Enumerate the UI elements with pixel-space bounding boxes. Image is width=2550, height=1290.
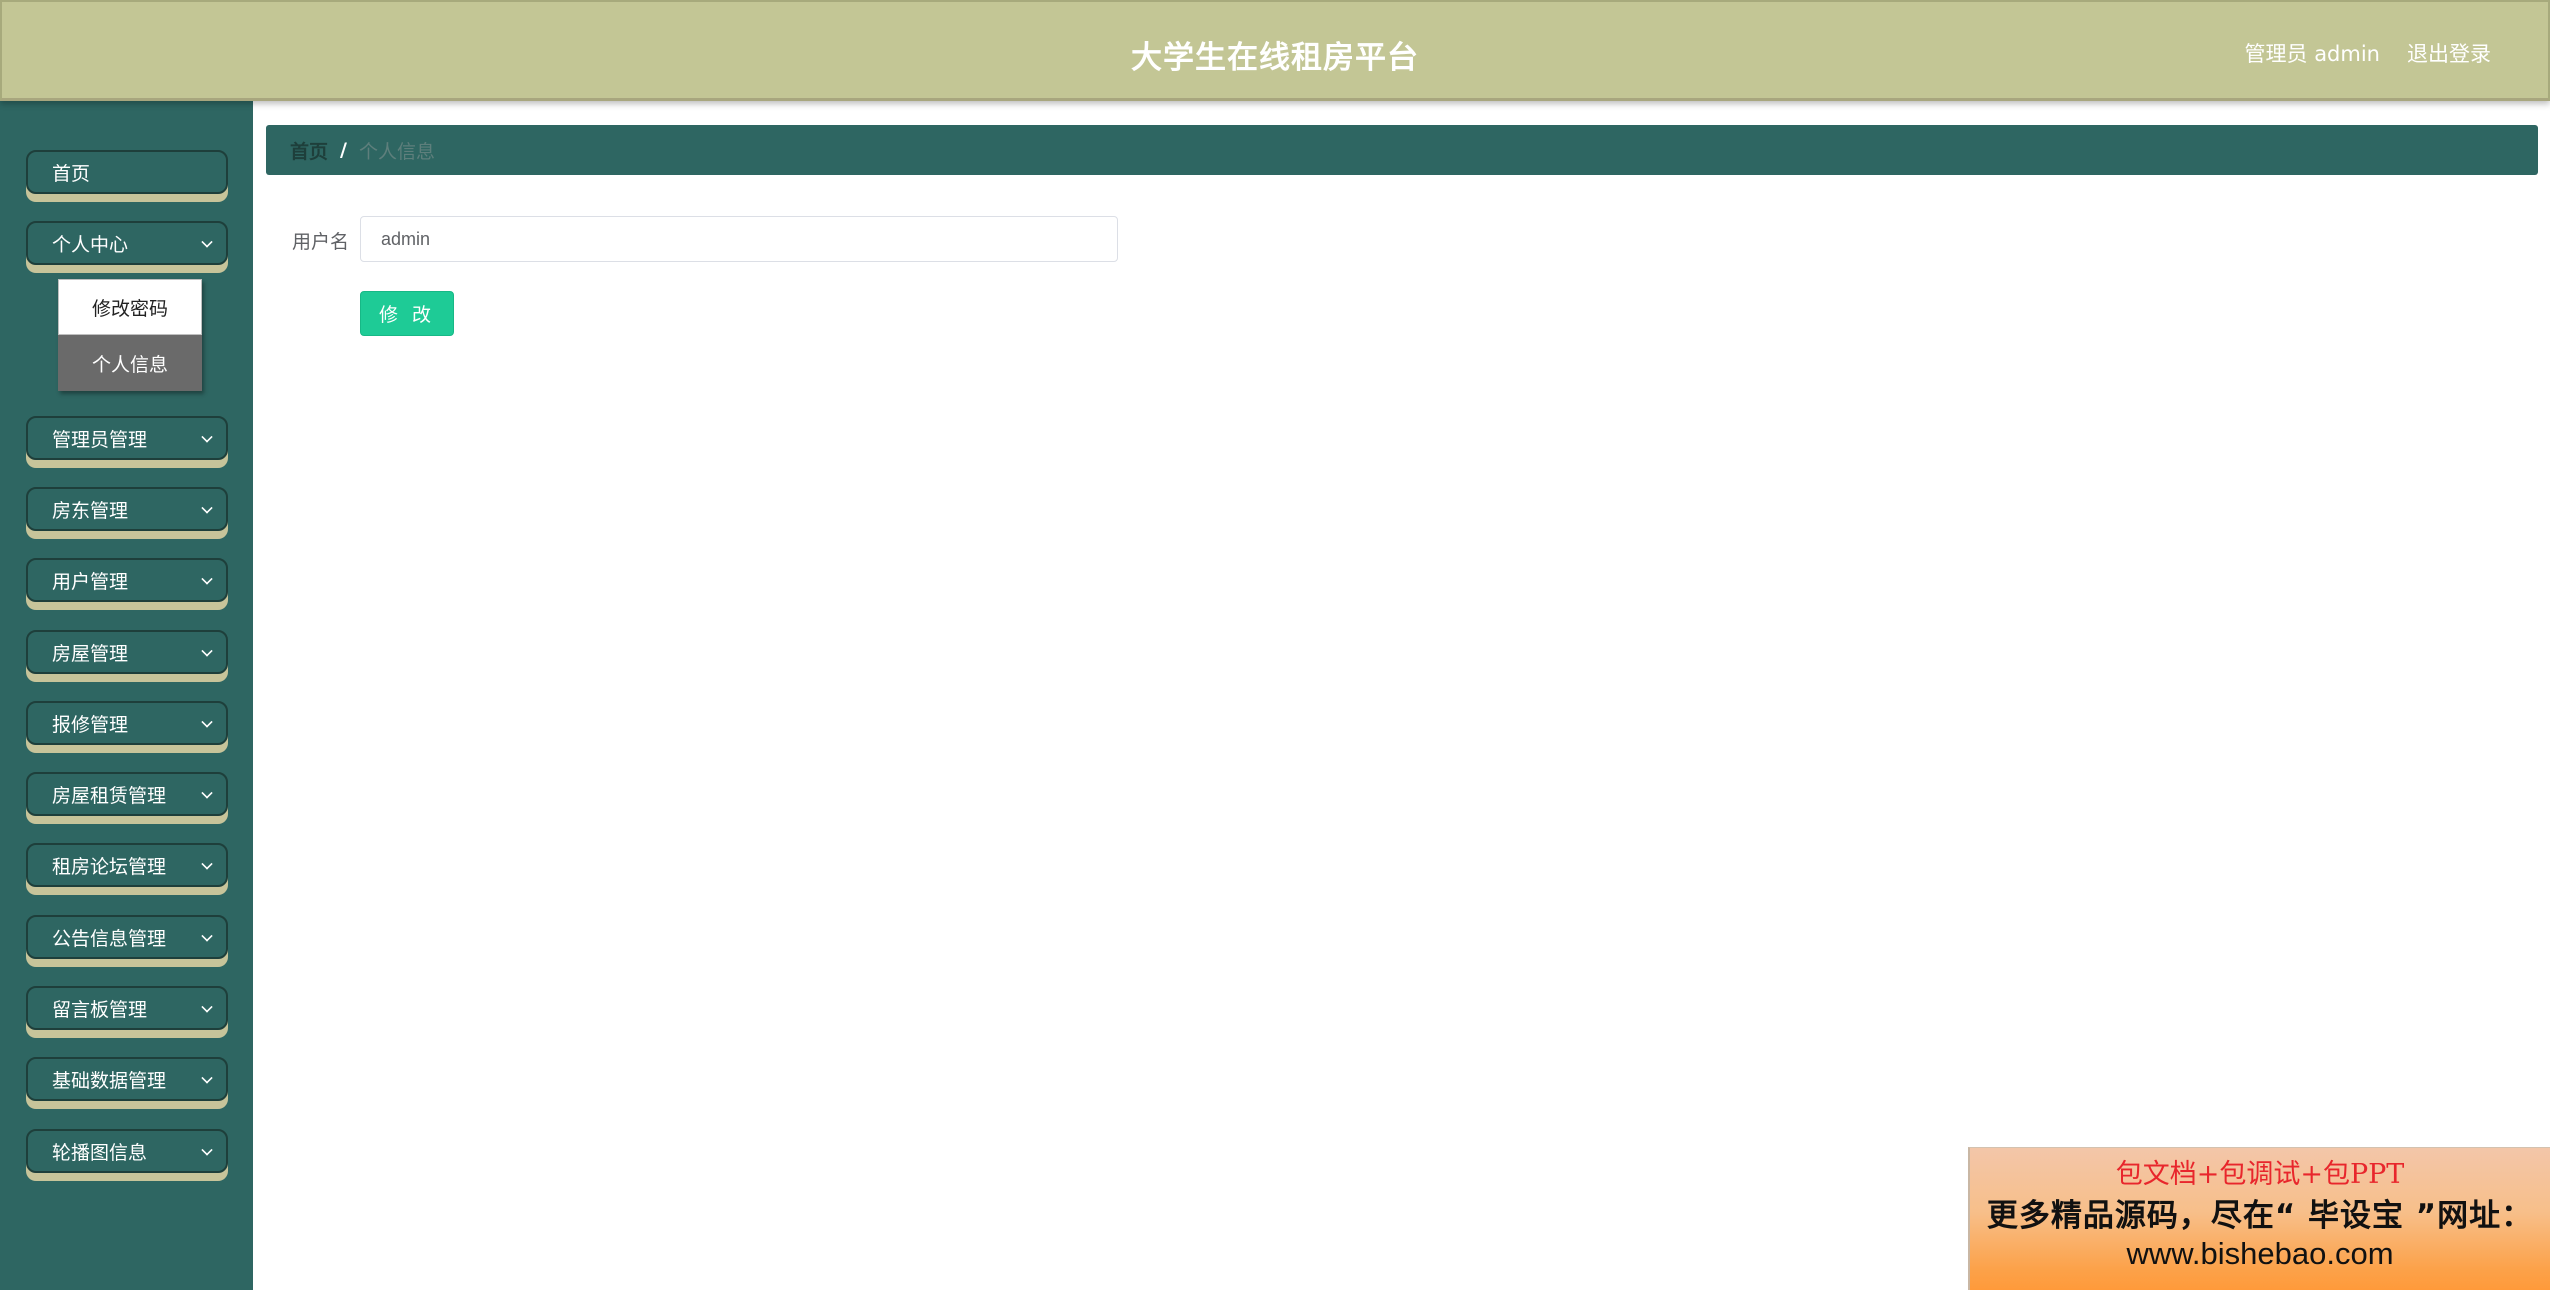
modify-button[interactable]: 修 改 (360, 291, 454, 336)
breadcrumb-current: 个人信息 (358, 140, 435, 163)
sidebar-item-label: 报修管理 (52, 713, 129, 736)
sidebar-item-message-board[interactable]: 留言板管理 (26, 986, 228, 1038)
username-input[interactable] (360, 216, 1118, 262)
chevron-down-icon (201, 1144, 213, 1156)
chevron-down-icon (201, 236, 213, 248)
sidebar-item-label: 留言板管理 (52, 998, 148, 1021)
sidebar-item-personal-center-button[interactable]: 个人中心 (26, 221, 228, 265)
submenu-item-change-password[interactable]: 修改密码 (58, 279, 202, 335)
breadcrumb-home-link[interactable]: 首页 (290, 137, 328, 164)
sidebar-item-landlord-management[interactable]: 房东管理 (26, 487, 228, 539)
chevron-down-icon (201, 431, 213, 443)
sidebar-item-forum-management[interactable]: 租房论坛管理 (26, 843, 228, 895)
sidebar-item-label: 房屋租赁管理 (52, 784, 167, 807)
sidebar-item-label: 用户管理 (52, 570, 129, 593)
sidebar-item-repair-management[interactable]: 报修管理 (26, 701, 228, 753)
sidebar-item-carousel[interactable]: 轮播图信息 (26, 1129, 228, 1181)
breadcrumb: 首页 / 个人信息 (266, 125, 2538, 175)
top-header: 大学生在线租房平台 管理员 admin 退出登录 (0, 0, 2550, 101)
sidebar-item-label: 公告信息管理 (52, 927, 167, 950)
sidebar-item-label: 房东管理 (52, 499, 129, 522)
chevron-down-icon (201, 930, 213, 942)
sidebar-item-admin-management[interactable]: 管理员管理 (26, 416, 228, 468)
sidebar-item-label: 房屋管理 (52, 642, 129, 665)
chevron-down-icon (201, 1072, 213, 1084)
breadcrumb-separator: / (340, 139, 347, 161)
chevron-down-icon (201, 502, 213, 514)
sidebar-item-basic-data[interactable]: 基础数据管理 (26, 1057, 228, 1109)
logout-link[interactable]: 退出登录 (2407, 38, 2491, 68)
chevron-down-icon (201, 573, 213, 585)
promo-url: www.bishebao.com (2126, 1236, 2394, 1271)
sidebar-item-label: 轮播图信息 (52, 1141, 148, 1164)
sidebar-item-house-management[interactable]: 房屋管理 (26, 630, 228, 682)
chevron-down-icon (201, 1001, 213, 1013)
promo-banner: 包文档+包调试+包PPT 更多精品源码，尽在“ 毕设宝 ”网址： www.bis… (1968, 1147, 2550, 1290)
sidebar-item-label: 首页 (52, 162, 91, 185)
sidebar-item-label: 租房论坛管理 (52, 855, 167, 878)
sidebar-item-user-management[interactable]: 用户管理 (26, 558, 228, 610)
submenu-personal-center: 修改密码 个人信息 (58, 279, 202, 391)
promo-line-2: 更多精品源码，尽在“ 毕设宝 ”网址： (1986, 1198, 2534, 1234)
sidebar-item-home-button[interactable]: 首页 (26, 150, 228, 194)
app-root: 大学生在线租房平台 管理员 admin 退出登录 首页 个人中心 修改密码 个人… (0, 0, 2550, 1290)
sidebar-item-home[interactable]: 首页 (26, 150, 228, 202)
sidebar-item-personal-center[interactable]: 个人中心 (26, 221, 228, 273)
submenu-item-personal-info[interactable]: 个人信息 (58, 335, 202, 391)
sidebar-item-label: 管理员管理 (52, 428, 148, 451)
sidebar-item-label: 个人中心 (52, 233, 129, 256)
app-title: 大学生在线租房平台 (1131, 40, 1419, 76)
chevron-down-icon (201, 858, 213, 870)
sidebar-item-rental-management[interactable]: 房屋租赁管理 (26, 772, 228, 824)
sidebar: 首页 个人中心 修改密码 个人信息 管理员管理 房东管理 用户管理 房屋管理 报… (0, 101, 253, 1290)
sidebar-item-notice-management[interactable]: 公告信息管理 (26, 915, 228, 967)
sidebar-item-label: 基础数据管理 (52, 1069, 167, 1092)
promo-line-1: 包文档+包调试+包PPT (2115, 1159, 2405, 1190)
username-label: 用户名 (292, 231, 350, 253)
admin-user-label: 管理员 admin (2244, 42, 2380, 66)
chevron-down-icon (201, 645, 213, 657)
chevron-down-icon (201, 716, 213, 728)
chevron-down-icon (201, 787, 213, 799)
